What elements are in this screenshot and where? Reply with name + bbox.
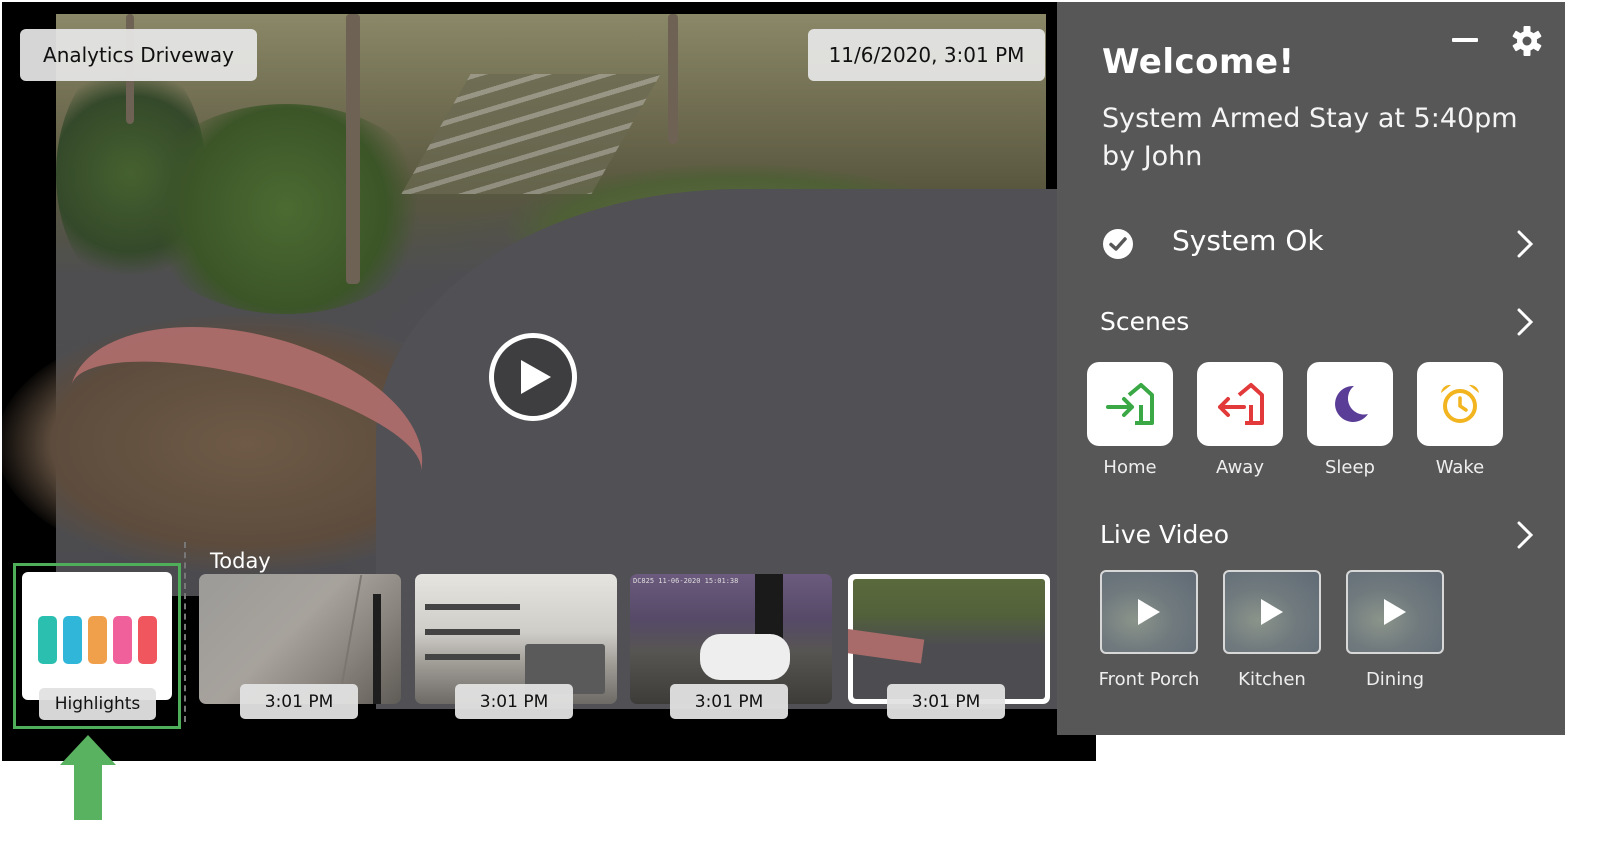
minimize-icon[interactable] [1452,38,1478,42]
scene-away-label: Away [1216,457,1264,478]
play-icon [521,360,551,394]
highlights-button[interactable] [22,572,172,700]
welcome-title: Welcome! [1102,42,1295,82]
system-status-label: System Ok [1172,224,1324,257]
highlights-bar [137,616,157,664]
video-player: Analytics Driveway 11/6/2020, 3:01 PM To… [2,2,1096,761]
play-button[interactable] [489,333,577,421]
check-circle-icon [1103,229,1133,259]
highlights-bar [62,616,82,664]
chevron-right-icon [1517,230,1534,258]
highlights-bar [87,616,107,664]
clip-time: 3:01 PM [240,684,358,719]
clip-time: 3:01 PM [670,684,788,719]
clip-time: 3:01 PM [887,684,1005,719]
scene-away-button[interactable] [1197,362,1283,446]
scene-home-label: Home [1103,457,1157,478]
video-timestamp: 11/6/2020, 3:01 PM [808,29,1045,81]
live-camera-tile[interactable] [1223,570,1321,654]
system-status-row[interactable]: System Ok [1102,220,1542,268]
home-leave-icon [1218,383,1264,425]
gear-icon[interactable] [1510,24,1544,58]
live-camera-label: Kitchen [1238,669,1306,690]
arming-status-text: System Armed Stay at 5:40pm by John [1102,103,1518,172]
live-camera-label: Front Porch [1098,669,1200,690]
timeline-divider [184,542,186,722]
live-camera-label: Dining [1365,669,1425,690]
live-camera-tile[interactable] [1346,570,1444,654]
play-icon [1138,599,1160,625]
annotation-arrow-up-icon [60,735,116,820]
scenes-section-title: Scenes [1100,307,1190,336]
scene-sleep-button[interactable] [1307,362,1393,446]
screenshot-canvas: Analytics Driveway 11/6/2020, 3:01 PM To… [0,0,1620,850]
scene-home-button[interactable] [1087,362,1173,446]
play-icon [1384,599,1406,625]
camera-feed-image[interactable] [2,14,1096,709]
clip-overlay-text: DC825 11-06-2020 15:01:38 [633,577,739,585]
scene-sleep-label: Sleep [1324,457,1375,478]
live-video-section-title: Live Video [1100,520,1230,549]
alarm-clock-icon [1441,384,1479,423]
scene-wake-label: Wake [1435,457,1485,478]
home-arrive-icon [1106,383,1154,425]
chevron-right-icon[interactable] [1515,307,1535,337]
highlights-bar [37,616,57,664]
play-icon [1261,599,1283,625]
live-camera-tile[interactable] [1100,570,1198,654]
timeline-day-label: Today [210,549,271,573]
highlights-label: Highlights [39,688,156,720]
highlights-bar [112,616,132,664]
chevron-right-icon[interactable] [1515,520,1535,550]
camera-name-label: Analytics Driveway [20,29,257,81]
scene-wake-button[interactable] [1417,362,1503,446]
moon-icon [1335,385,1368,422]
home-panel: Welcome! System Armed Stay at 5:40pm by … [1057,2,1565,735]
clip-time: 3:01 PM [455,684,573,719]
